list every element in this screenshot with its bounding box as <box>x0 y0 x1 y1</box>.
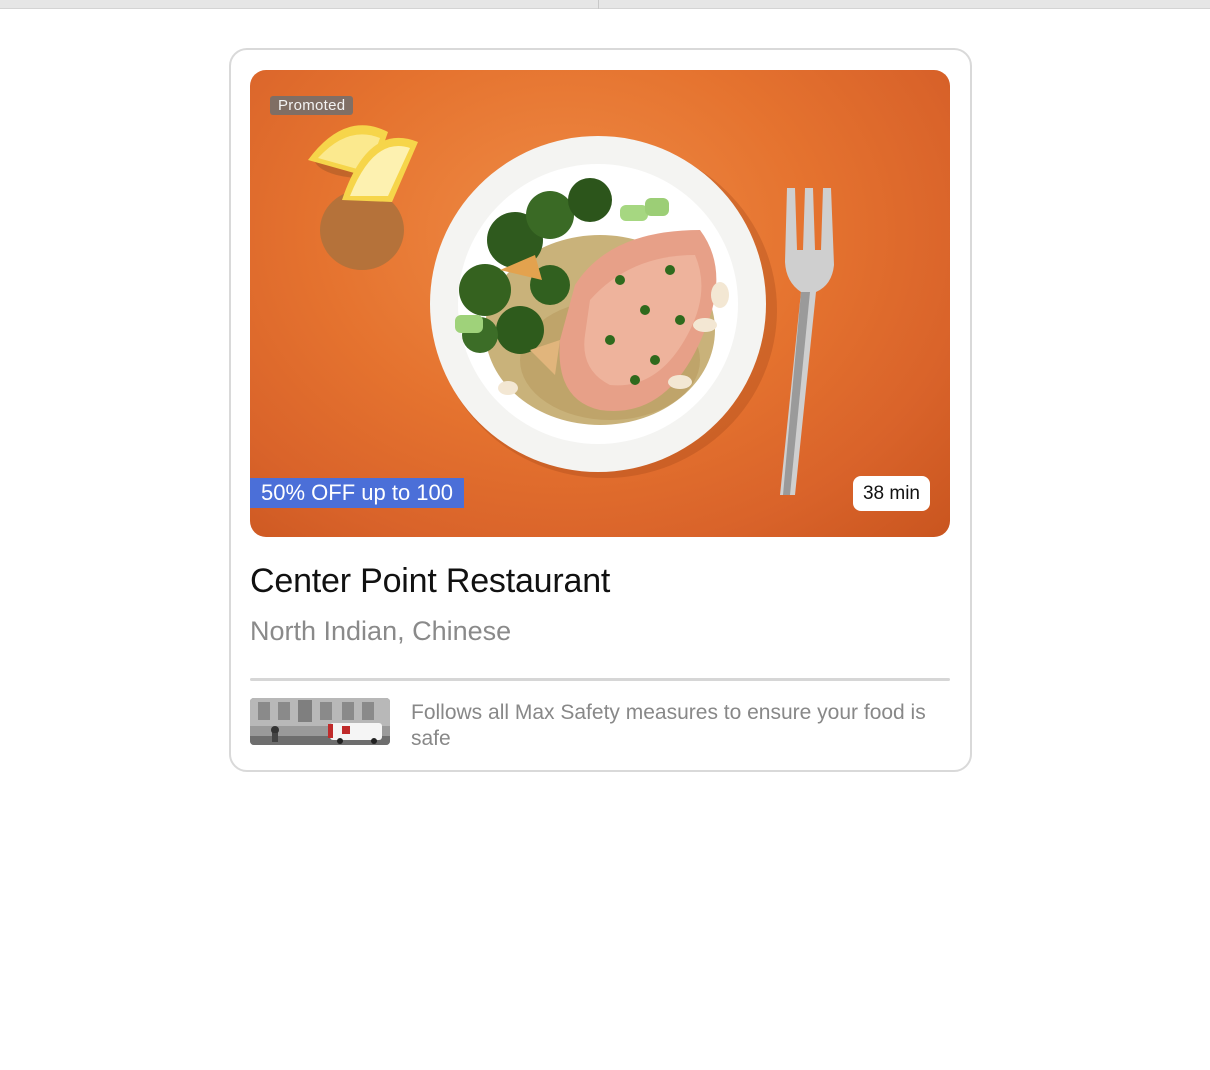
delivery-van-illustration <box>250 698 390 745</box>
promoted-badge: Promoted <box>270 96 354 115</box>
restaurant-card[interactable]: Promoted 50% OFF up to 100 38 min Center… <box>229 48 972 772</box>
browser-top-bar <box>0 0 1210 9</box>
top-bar-divider <box>598 0 599 9</box>
cuisine-list: North Indian, Chinese <box>250 616 512 646</box>
restaurant-name[interactable]: Center Point Restaurant <box>250 562 610 601</box>
fork <box>780 188 834 495</box>
delivery-time-badge: 38 min <box>852 476 930 511</box>
restaurant-hero-image[interactable]: Promoted 50% OFF up to 100 38 min <box>250 70 950 537</box>
card-divider <box>250 678 950 681</box>
lemon-bowl <box>308 125 418 270</box>
food-plate-illustration <box>308 125 834 495</box>
safety-message: Follows all Max Safety measures to ensur… <box>411 701 926 750</box>
safety-image <box>250 698 390 745</box>
plate <box>430 136 777 478</box>
offer-badge: 50% OFF up to 100 <box>250 478 464 508</box>
